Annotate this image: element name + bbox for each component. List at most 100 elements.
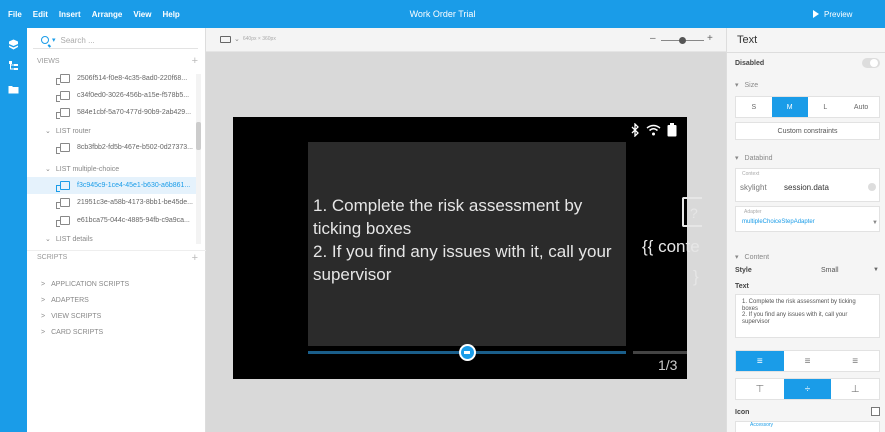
context-value[interactable]: session.data <box>784 183 829 192</box>
size-m-button[interactable]: M <box>771 97 808 117</box>
script-item-view[interactable]: > VIEW SCRIPTS <box>41 309 101 323</box>
top-bar: File Edit Insert Arrange View Help Work … <box>0 0 885 28</box>
battery-icon <box>667 123 677 137</box>
align-right-icon[interactable]: ≡ <box>831 351 879 371</box>
list-item[interactable]: 8cb3fbb2-fd5b-467e-b502-0d27373... <box>27 139 198 156</box>
text-card[interactable]: 1. Complete the risk assessment by ticki… <box>308 142 626 346</box>
script-item-application[interactable]: > APPLICATION SCRIPTS <box>41 277 129 291</box>
text-label: Text <box>735 283 749 290</box>
vertical-align: ⊤ ÷ ⊥ <box>735 378 880 400</box>
group-label: LIST details <box>55 235 93 243</box>
chevron-down-icon[interactable]: ▾ <box>52 36 56 44</box>
device-selector[interactable]: ⌄ 640px × 360px <box>220 35 276 43</box>
card-icon <box>56 143 70 154</box>
script-label: CARD SCRIPTS <box>51 328 104 336</box>
group-router[interactable]: ⌄ LIST router <box>27 124 198 138</box>
next-arrow-icon[interactable] <box>458 344 476 361</box>
list-item[interactable]: 2506f514-f0e8-4c35-8ad0-220f68... <box>27 70 198 87</box>
style-label: Style <box>735 267 752 274</box>
group-label: LIST router <box>55 127 91 135</box>
list-item[interactable]: 584e1cbf-5a70-477d-90b9-2ab429... <box>27 104 198 121</box>
preview-button[interactable]: Preview <box>813 6 883 22</box>
list-item-selected[interactable]: f3c945c9-1ce4-45e1-b630-a6b861... <box>27 177 198 194</box>
context-field[interactable]: Context skylight session.data <box>735 168 880 202</box>
search-input[interactable]: Search ... <box>61 36 95 45</box>
clear-icon[interactable] <box>868 183 876 191</box>
status-bar <box>631 123 677 137</box>
search-box[interactable]: ▾ Search ... <box>33 32 198 49</box>
views-section: VIEWS + <box>27 54 206 68</box>
size-l-button[interactable]: L <box>808 97 844 117</box>
card-icon <box>56 108 70 119</box>
group-multiple-choice[interactable]: ⌄ LIST multiple-choice <box>27 162 198 176</box>
zoom-knob[interactable] <box>679 37 686 44</box>
question-mark: ? <box>690 205 698 221</box>
style-value: Small <box>821 267 839 274</box>
panel-title: Text <box>737 34 758 46</box>
zoom-out-icon[interactable]: – <box>650 33 656 44</box>
left-rail <box>0 28 27 432</box>
align-center-icon[interactable]: ≡ <box>784 351 832 371</box>
views-label: VIEWS <box>37 57 60 65</box>
properties-panel: Text Disabled ▾ Size S M L Auto Custom c… <box>726 28 885 432</box>
script-label: ADAPTERS <box>51 296 89 304</box>
list-item[interactable]: 21951c3e-a58b-4173-8bb1-be45de... <box>27 194 198 211</box>
databind-header[interactable]: ▾ Databind <box>735 154 773 163</box>
size-header[interactable]: ▾ Size <box>735 81 758 90</box>
accessory-field[interactable]: Accessory <box>735 421 880 432</box>
chevron-down-icon: ▾ <box>735 155 739 162</box>
project-tree: ▾ Search ... VIEWS + 2506f514-f0e8-4c35-… <box>27 28 206 432</box>
card-icon <box>56 198 70 209</box>
content-label: Content <box>744 253 770 261</box>
card-icon <box>56 74 70 85</box>
text-field[interactable]: 1. Complete the risk assessment by ticki… <box>735 294 880 338</box>
list-item[interactable]: e61bca75-044c-4885-94fb-c9a9ca... <box>27 212 198 229</box>
tree-icon[interactable] <box>8 60 19 71</box>
group-details[interactable]: ⌄ LIST details <box>27 232 198 246</box>
chevron-down-icon: ⌄ <box>45 128 51 135</box>
chevron-down-icon: ▾ <box>735 254 739 261</box>
context-caption: Context <box>742 171 760 177</box>
tree-scrollbar[interactable] <box>196 74 201 244</box>
adapter-select[interactable]: Adapter multipleChoiceStepAdapter ▼ <box>735 206 880 232</box>
script-label: APPLICATION SCRIPTS <box>51 280 130 288</box>
zoom-slider[interactable]: – + <box>648 33 718 46</box>
size-s-button[interactable]: S <box>736 97 772 117</box>
zoom-in-icon[interactable]: + <box>707 33 713 44</box>
align-top-icon[interactable]: ⊤ <box>736 379 784 399</box>
custom-constraints-button[interactable]: Custom constraints <box>735 122 880 140</box>
chevron-right-icon: > <box>41 296 46 304</box>
adapter-value: multipleChoiceStepAdapter <box>742 219 815 225</box>
list-item-label: c34f0ed0-3026-456b-a15e-f578b5... <box>77 92 190 99</box>
add-view-icon[interactable]: + <box>192 55 198 67</box>
device-icon <box>220 35 231 43</box>
list-item-label: f3c945c9-1ce4-45e1-b630-a6b861... <box>77 182 191 189</box>
play-icon <box>813 10 819 18</box>
group-label: LIST multiple-choice <box>55 165 120 173</box>
databind-label: Databind <box>744 154 773 162</box>
card-icon <box>56 216 70 227</box>
scroll-thumb[interactable] <box>196 122 201 150</box>
align-bottom-icon[interactable]: ⊥ <box>831 379 879 399</box>
content-header[interactable]: ▾ Content <box>735 253 770 262</box>
script-label: VIEW SCRIPTS <box>51 312 102 320</box>
chevron-down-icon: ▼ <box>872 220 878 226</box>
icon-label: Icon <box>735 409 750 416</box>
add-script-icon[interactable]: + <box>192 252 198 264</box>
workflow-icon[interactable] <box>8 39 19 50</box>
script-item-adapters[interactable]: > ADAPTERS <box>41 293 89 307</box>
icon-checkbox[interactable] <box>871 407 880 416</box>
card-icon <box>56 91 70 102</box>
chevron-right-icon: > <box>41 312 46 320</box>
disabled-toggle[interactable] <box>862 58 880 68</box>
size-auto-button[interactable]: Auto <box>843 97 879 117</box>
chevron-down-icon: ⌄ <box>234 36 240 43</box>
align-left-icon[interactable]: ≡ <box>736 351 784 371</box>
folder-icon[interactable] <box>8 84 19 95</box>
list-item[interactable]: c34f0ed0-3026-456b-a15e-f578b5... <box>27 87 198 104</box>
align-middle-icon[interactable]: ÷ <box>783 379 832 399</box>
search-icon <box>41 36 49 44</box>
script-item-card[interactable]: > CARD SCRIPTS <box>41 325 103 339</box>
chevron-down-icon: ⌄ <box>45 166 51 173</box>
style-select[interactable]: Style Small ▼ <box>735 267 880 279</box>
